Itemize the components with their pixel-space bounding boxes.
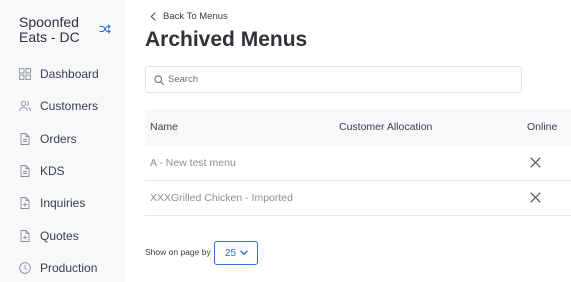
column-header-online[interactable]: Online (527, 121, 557, 133)
column-header-name[interactable]: Name (150, 121, 178, 133)
document-plus-icon (20, 230, 30, 242)
brand-name: Spoonfed Eats - DC (19, 14, 80, 45)
sidebar-item-kds[interactable]: KDS (19, 162, 65, 180)
search-icon (154, 74, 164, 85)
menu-name[interactable]: A - New test menu (150, 157, 236, 169)
sidebar-item-label: Dashboard (40, 67, 99, 81)
search-input[interactable] (168, 74, 508, 85)
sidebar: Spoonfed Eats - DC Dashboard Customers O… (0, 0, 125, 282)
table-header: Name Customer Allocation Online (145, 109, 571, 146)
close-icon[interactable] (530, 192, 541, 203)
close-icon[interactable] (530, 157, 541, 168)
sidebar-item-label: Orders (40, 132, 77, 146)
back-link-label: Back To Menus (163, 11, 228, 22)
users-icon (19, 100, 31, 112)
sidebar-item-orders[interactable]: Orders (19, 130, 77, 148)
document-icon (20, 133, 30, 145)
sidebar-item-label: Customers (40, 99, 99, 113)
sidebar-item-label: Quotes (40, 229, 79, 243)
shuffle-icon[interactable] (99, 24, 111, 34)
sidebar-item-quotes[interactable]: Quotes (19, 227, 79, 245)
chevron-left-icon (150, 12, 156, 21)
sidebar-item-dashboard[interactable]: Dashboard (19, 65, 99, 83)
search-box (145, 66, 522, 93)
page-title: Archived Menus (145, 28, 308, 51)
column-header-customer-allocation[interactable]: Customer Allocation (339, 121, 432, 133)
sidebar-item-customers[interactable]: Customers (19, 97, 98, 115)
sidebar-item-label: KDS (40, 164, 65, 178)
sidebar-item-label: Production (40, 261, 98, 275)
document-icon (20, 165, 30, 177)
sidebar-item-label: Inquiries (40, 196, 86, 210)
page-size-label: Show on page by (145, 247, 211, 257)
sidebar-item-production[interactable]: Production (19, 259, 97, 277)
clock-icon (19, 262, 31, 274)
sidebar-item-inquiries[interactable]: Inquiries (19, 194, 85, 212)
table-row[interactable]: XXXGrilled Chicken - Imported (145, 181, 571, 216)
document-plus-icon (20, 197, 30, 209)
page-size-select[interactable]: 25 (214, 241, 258, 265)
table-row[interactable]: A - New test menu (145, 146, 571, 181)
grid-icon (19, 68, 31, 80)
chevron-down-icon (240, 250, 248, 255)
back-to-menus-link[interactable]: Back To Menus (150, 10, 228, 23)
page-size-value: 25 (225, 247, 237, 259)
menu-name[interactable]: XXXGrilled Chicken - Imported (150, 192, 293, 204)
archived-menus-table: Name Customer Allocation Online A - New … (145, 109, 571, 216)
